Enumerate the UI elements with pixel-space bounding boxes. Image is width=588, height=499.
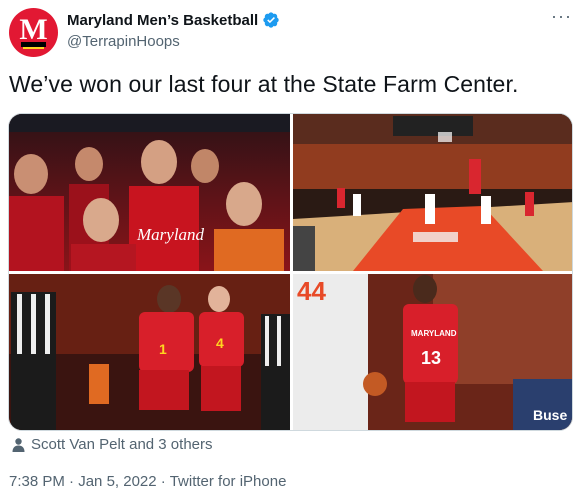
photo-players-image: 1 4: [9, 274, 290, 430]
media-grid: Maryland 1 4 Buse 44 MARYLAND 13: [8, 113, 573, 431]
verified-badge-icon: [263, 12, 279, 28]
tweet-meta: 7:38 PM · Jan 5, 2022 · Twitter for iPho…: [9, 473, 286, 490]
person-icon: [12, 437, 25, 452]
avatar-logo-stripe: [23, 47, 44, 49]
photo-fans-image: Maryland: [9, 114, 290, 271]
photo-fans[interactable]: Maryland: [9, 114, 290, 271]
photo-court[interactable]: [293, 114, 572, 271]
photo-fans-shirt-text: Maryland: [136, 225, 205, 244]
meta-separator-2: ·: [160, 473, 170, 490]
more-options-icon[interactable]: ···: [551, 6, 572, 27]
tagged-people[interactable]: Scott Van Pelt and 3 others: [12, 436, 213, 453]
tweet-date[interactable]: Jan 5, 2022: [78, 473, 156, 490]
tweet-source[interactable]: Twitter for iPhone: [170, 473, 287, 490]
tagged-people-text: Scott Van Pelt and 3 others: [31, 436, 213, 453]
photo-player-13-team-text: MARYLAND: [411, 329, 457, 338]
photo-player-13-jersey-13: 13: [421, 348, 441, 368]
photo-player-13-jersey-44: 44: [297, 276, 326, 306]
photo-players-jersey-1: 1: [159, 341, 167, 357]
photo-player-13-bg-sign: Buse: [533, 407, 567, 423]
photo-players[interactable]: 1 4: [9, 274, 290, 430]
avatar[interactable]: M: [9, 8, 58, 57]
tweet-time[interactable]: 7:38 PM: [9, 473, 65, 490]
photo-player-13-image: Buse 44 MARYLAND 13: [293, 274, 572, 430]
tweet-text: We’ve won our last four at the State Far…: [9, 71, 519, 97]
photo-players-jersey-4: 4: [216, 335, 224, 351]
avatar-logo-letter: M: [19, 12, 48, 46]
photo-court-image: [293, 114, 572, 271]
meta-separator-1: ·: [69, 473, 79, 490]
author-display-name[interactable]: Maryland Men’s Basketball: [67, 12, 258, 29]
photo-player-13[interactable]: Buse 44 MARYLAND 13: [293, 274, 572, 430]
author-handle[interactable]: @TerrapinHoops: [67, 33, 180, 50]
author-name-row: Maryland Men’s Basketball: [67, 11, 280, 29]
